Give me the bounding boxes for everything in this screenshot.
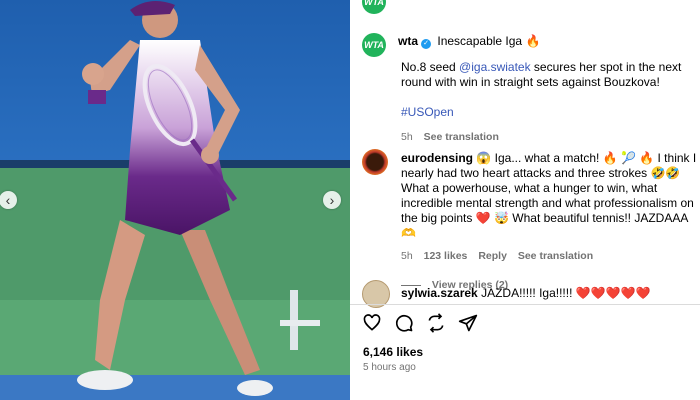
post-author-avatar[interactable]: WTA: [362, 33, 386, 57]
comment-text: JAZDA!!!!! Iga!!!!! ❤️❤️❤️❤️❤️: [481, 286, 651, 300]
comment-username[interactable]: sylwia.szarek: [401, 286, 478, 300]
avatar-text: WTA: [364, 0, 384, 7]
verified-icon: ✓: [421, 39, 432, 49]
post-caption: No.8 seed @iga.swiatek secures her spot …: [401, 60, 700, 145]
comment-likes[interactable]: 123 likes: [424, 250, 468, 262]
post-time: 5 hours ago: [363, 362, 416, 373]
see-translation-link[interactable]: See translation: [424, 131, 499, 143]
caption-prefix: No.8 seed: [401, 60, 460, 74]
post-panel: WTA WTA wta ✓ Inescapable Iga 🔥 No.8 seed…: [350, 0, 700, 400]
comment-body: sylwia.szarek JAZDA!!!!! Iga!!!!! ❤️❤️❤️…: [401, 286, 697, 301]
mention-link[interactable]: @iga.swiatek: [459, 60, 531, 74]
likes-count[interactable]: 6,146 likes: [363, 345, 423, 359]
chevron-right-icon: ›: [329, 192, 335, 208]
post-header: wta ✓ Inescapable Iga 🔥: [398, 34, 540, 49]
commenter-avatar[interactable]: [362, 149, 388, 175]
see-translation-link[interactable]: See translation: [518, 250, 593, 262]
send-icon[interactable]: [458, 313, 478, 333]
post-photo: ‹ ›: [0, 0, 350, 400]
avatar-text: WTA: [364, 40, 384, 50]
chevron-left-icon: ‹: [5, 192, 11, 208]
comment-username[interactable]: eurodensing: [401, 151, 473, 165]
hashtag-link[interactable]: #USOpen: [401, 105, 454, 119]
post-title: Inescapable Iga: [437, 34, 523, 48]
share-icon[interactable]: [426, 313, 446, 333]
post-username[interactable]: wta: [398, 34, 418, 48]
comment-body: eurodensing 😱 Iga... what a match! 🔥 🎾 🔥…: [401, 151, 697, 293]
heart-icon[interactable]: [362, 313, 382, 333]
fire-emoji: 🔥: [525, 34, 541, 48]
actions-divider: [350, 304, 700, 305]
comment-icon[interactable]: [394, 313, 414, 333]
tennis-photo: [0, 0, 350, 400]
next-photo-button[interactable]: ›: [323, 191, 341, 209]
post-age: 5h: [401, 131, 413, 143]
action-bar: [362, 313, 478, 333]
header-avatar[interactable]: WTA: [362, 0, 386, 14]
reply-button[interactable]: Reply: [478, 250, 507, 262]
comment-age: 5h: [401, 250, 413, 262]
